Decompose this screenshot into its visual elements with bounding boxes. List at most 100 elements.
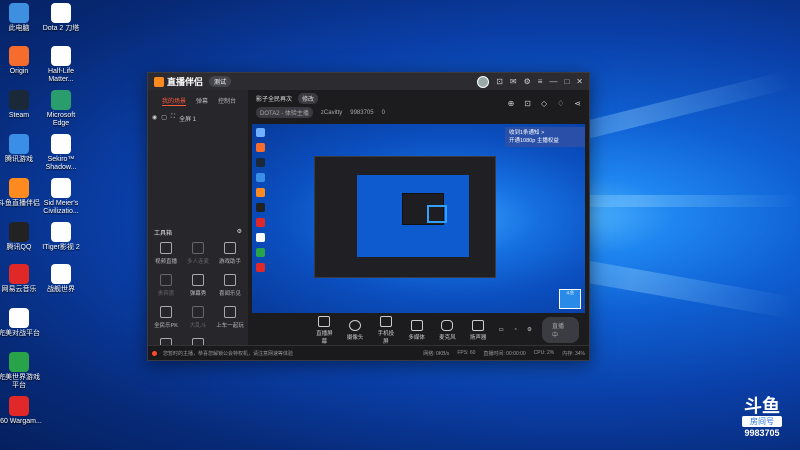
tab-console[interactable]: 控制台	[218, 96, 236, 106]
tab-danmu[interactable]: 弹幕	[196, 96, 208, 106]
stat-network: 网络: 0KB/s	[423, 350, 450, 357]
tool-label: 全民乐PK	[154, 323, 178, 329]
app-icon	[9, 90, 29, 110]
microphone-icon	[441, 319, 454, 331]
screen-capture-button[interactable]: 直播屏幕	[314, 315, 335, 345]
tool-item[interactable]: 多人连麦	[182, 242, 214, 265]
desktop-icon[interactable]: 腾讯游戏	[0, 134, 42, 164]
lock-icon[interactable]: ⊡	[524, 99, 531, 108]
desktop-icon[interactable]: 战舰世界	[38, 264, 84, 294]
tool-label: 上车一起玩	[216, 323, 244, 329]
app-icon	[9, 264, 29, 284]
phone-cast-button[interactable]: 手机投屏	[376, 315, 397, 345]
desktop-icon-label: 360 Wargam...	[0, 418, 42, 425]
gear-icon[interactable]: ⚙	[527, 327, 532, 333]
notice-line2: 开通1080p 主播权益	[509, 138, 559, 144]
app-icon	[51, 90, 71, 110]
tool-label: 视频直播	[154, 259, 177, 265]
tool-item[interactable]: 弹幕秀	[182, 274, 214, 297]
desktop-icon[interactable]: 完美世界游戏平台	[0, 352, 42, 390]
app-icon	[9, 46, 29, 66]
tool-icon	[224, 306, 236, 318]
toolbox-header: 工具箱 ⚙	[154, 228, 242, 237]
desktop-icon[interactable]: 完美对战平台	[0, 308, 42, 338]
message-icon[interactable]: ⊡	[496, 77, 503, 86]
douyu-fish-icon	[154, 76, 164, 87]
desktop-icon[interactable]: 网易云音乐	[0, 264, 42, 294]
tool-item[interactable]: 视频直播	[150, 242, 182, 265]
desktop-icon[interactable]: Dota 2 刀塔	[38, 3, 84, 33]
desktop-icon[interactable]: 斗鱼直播伴侣	[0, 178, 42, 208]
desktop-icon[interactable]: Steam	[0, 90, 42, 120]
timer-icon[interactable]: ◔	[514, 327, 517, 333]
settings-icon[interactable]: ⚙	[524, 77, 531, 86]
gift-icon[interactable]: ⊕	[508, 99, 515, 108]
tool-label: 游戏助手	[218, 259, 241, 265]
scene-item[interactable]: ◉ ▢ ⛶ 全屏 1	[148, 110, 248, 127]
microphone-button[interactable]: 麦克风	[437, 319, 458, 341]
tool-item[interactable]: 喜闻乐见	[214, 274, 246, 297]
stream-preview[interactable]: 收到1条通知 > 开通1080p 主播权益 斗鱼	[252, 124, 585, 313]
media-button[interactable]: 多媒体	[406, 319, 427, 341]
watermark-logo: 斗鱼	[744, 396, 780, 416]
tool-item[interactable]: 大乱斗	[182, 306, 214, 329]
record-icon[interactable]: ▭	[499, 327, 504, 333]
notice-banner[interactable]: 收到1条通知 > 开通1080p 主播权益	[505, 127, 585, 147]
desktop-icon[interactable]: Half-Life Matter...	[38, 46, 84, 84]
mail-icon[interactable]: ✉	[510, 77, 517, 86]
app-icon	[51, 264, 71, 284]
version-badge[interactable]: 测试	[209, 76, 232, 87]
phone-icon	[379, 315, 392, 327]
camera-icon	[349, 319, 362, 331]
tool-item[interactable]: 全民乐PK	[150, 306, 182, 329]
close-button[interactable]: ✕	[576, 77, 583, 86]
desktop-icon[interactable]: Sid Meier's Civilizatio...	[38, 178, 84, 216]
desktop-icon-label: 腾讯QQ	[6, 244, 32, 251]
minimize-button[interactable]: —	[549, 77, 557, 86]
status-warning: 您暂时的主播，恭喜您解锁公会特权机，请注意网速等体验	[163, 350, 294, 357]
app-icon	[9, 352, 29, 372]
room-actions: ⊕ ⊡ ◇ ♢ ⋖	[508, 99, 581, 108]
tool-item[interactable]: 上车一起玩	[214, 306, 246, 329]
go-live-button[interactable]: 直播中	[542, 317, 579, 343]
tag-icon[interactable]: ◇	[541, 99, 547, 108]
bell-icon[interactable]: ♢	[557, 99, 564, 108]
room-category[interactable]: DOTA2 - 体验主播	[256, 107, 313, 118]
desktop-icon[interactable]: Sekiro™ Shadow...	[38, 134, 84, 172]
speaker-button[interactable]: 扬声器	[468, 319, 489, 341]
notice-line1: 收到1条通知 >	[509, 130, 545, 136]
desktop-icon[interactable]: 此电脑	[0, 3, 42, 33]
room-title: 影子全民再次	[256, 97, 293, 103]
hot-count: 0	[381, 109, 385, 116]
maximize-button[interactable]: □	[564, 77, 569, 86]
desktop-icon-label: Microsoft Edge	[46, 112, 76, 127]
desktop-icon[interactable]: Microsoft Edge	[38, 90, 84, 128]
desktop-icon[interactable]: ITiger影视 2	[38, 222, 84, 252]
tool-icon	[192, 242, 204, 254]
source-controls: 直播屏幕 摄像头 手机投屏 多媒体 麦克风 扬声器 ▭ ◔ ⚙ 直播中	[308, 315, 589, 345]
desktop-icon[interactable]: 腾讯QQ	[0, 222, 42, 252]
menu-icon[interactable]: ≡	[538, 77, 543, 86]
desktop-icon-label: 腾讯游戏	[5, 156, 33, 163]
lock-icon[interactable]: ▢	[161, 114, 167, 123]
toolbox-grid: 视频直播多人连麦游戏助手贵宾席弹幕秀喜闻乐见全民乐PK大乱斗上车一起玩福利社同屏…	[150, 242, 246, 361]
app-icon	[9, 308, 29, 328]
desktop-icon-label: Dota 2 刀塔	[42, 25, 80, 32]
tool-item[interactable]: 贵宾席	[150, 274, 182, 297]
status-stats: 网络: 0KB/s FPS: 60 直播时间: 00:00:00 CPU: 2%…	[423, 350, 585, 357]
toolbox-settings-icon[interactable]: ⚙	[237, 228, 242, 237]
edit-room-button[interactable]: 修改	[298, 93, 319, 104]
left-panel: 我的场景 弹幕 控制台 ◉ ▢ ⛶ 全屏 1 工具箱 ⚙ 视频直播 多人连麦 游戏助…	[148, 90, 248, 361]
desktop-icon[interactable]: 360 Wargam...	[0, 396, 42, 426]
avatar[interactable]	[477, 75, 490, 88]
eye-icon[interactable]: ◉	[152, 114, 157, 123]
fullscreen-icon: ⛶	[170, 114, 176, 120]
desktop-icon[interactable]: Origin	[0, 46, 42, 76]
app-icon	[9, 3, 29, 23]
camera-button[interactable]: 摄像头	[345, 319, 366, 341]
app-logo: 直播伴侣	[154, 75, 203, 88]
tool-item[interactable]: 游戏助手	[214, 242, 246, 265]
tab-scenes[interactable]: 我的场景	[162, 96, 187, 106]
share-icon[interactable]: ⋖	[574, 99, 581, 108]
status-bar: 您暂时的主播，恭喜您解锁公会特权机，请注意网速等体验 网络: 0KB/s FPS…	[148, 345, 589, 360]
